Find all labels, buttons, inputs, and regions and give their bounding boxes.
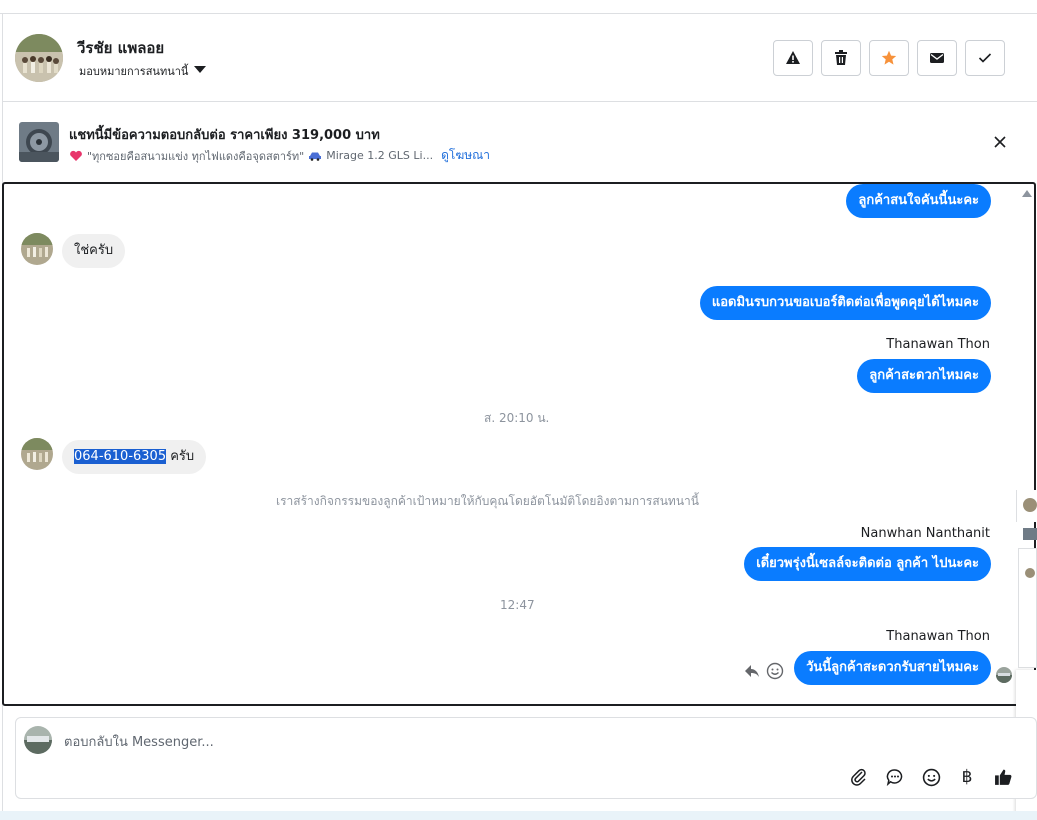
reply-button[interactable] [743,662,761,680]
timestamp: ส. 20:10 น. [484,411,550,425]
view-ad-link[interactable]: ดูโฆษณา [441,146,490,165]
delete-button[interactable] [821,40,861,76]
message-incoming: 064-610-6305 ครับ [62,440,207,474]
star-icon [881,50,897,65]
envelope-icon [930,53,944,63]
message-outgoing: ลูกค้าสนใจคันนี้นะคะ [846,184,991,218]
chat-bubble-icon [886,769,903,786]
star-button[interactable] [869,40,909,76]
avatar[interactable] [15,34,63,82]
page-footer-strip [0,811,1037,820]
avatar [21,233,53,265]
message-suffix: ครับ [166,449,195,464]
message-outgoing: แอดมินรบกวนขอเบอร์ติดต่อเพื่อพูดคุยได้ไห… [699,286,991,320]
warning-icon [786,51,800,64]
thumbs-up-icon [994,769,1011,785]
attach-button[interactable] [848,766,870,788]
ad-subtitle: "ทุกซอยคือสนามแข่ง ทุกไฟแดงคือจุดสตาร์ท"… [69,146,490,165]
ad-car-text: Mirage 1.2 GLS Li... [326,149,434,162]
sender-name: Thanawan Thon [886,337,990,352]
baht-icon: ฿ [961,767,973,787]
timestamp: 12:47 [500,598,535,612]
ad-title: แชทนี้มีข้อความตอบกลับต่อ ราคาเพียง 319,… [69,128,380,143]
payment-button[interactable]: ฿ [956,766,978,788]
assign-conversation-dropdown[interactable]: มอบหมายการสนทนานี้ [79,62,207,80]
like-button[interactable] [992,766,1014,788]
sender-name: Nanwhan Nanthanit [860,526,990,541]
assign-label: มอบหมายการสนทนานี้ [79,65,189,78]
checkmark-icon [978,53,992,63]
sender-name: Thanawan Thon [886,629,990,644]
message-input[interactable]: ตอบกลับใน Messenger... [64,731,214,752]
page-avatar [24,726,52,754]
message-outgoing: วันนี้ลูกค้าสะดวกรับสายไหมคะ [794,651,991,685]
message-outgoing: เดี๋ยวพรุ่งนี้เซลล์จะติดต่อ ลูกค้า ไปนะค… [744,547,991,581]
contact-name[interactable]: วีรชัย แพลอย [77,36,164,60]
trash-icon [835,50,847,65]
seen-avatar [996,667,1012,683]
close-icon [994,136,1006,148]
message-outgoing: ลูกค้าสะดวกไหมคะ [857,359,991,393]
saved-replies-button[interactable] [884,766,906,788]
inbox-conversation: วีรชัย แพลอย มอบหมายการสนทนานี้ แชทนี้มี… [0,0,1037,820]
message-incoming: ใช่ครับ [62,234,126,268]
caret-down-icon [194,66,207,73]
ad-quote: "ทุกซอยคือสนามแข่ง ทุกไฟแดงคือจุดสตาร์ท" [87,149,305,163]
scroll-up-arrow[interactable] [1022,190,1032,197]
heart-icon [70,150,82,161]
conversation-actions [773,40,1005,76]
composer-toolbar: ฿ [848,766,1014,788]
emoji-button[interactable] [920,766,942,788]
ad-thumbnail[interactable] [19,122,59,162]
smiley-icon [922,768,940,786]
car-icon [309,152,322,161]
reply-composer[interactable]: ตอบกลับใน Messenger... ฿ [15,717,1037,799]
system-notice: เราสร้างกิจกรรมของลูกค้าเป้าหมายให้กับคุ… [276,494,699,508]
close-banner-button[interactable] [991,133,1009,151]
conversation-header: วีรชัย แพลอย มอบหมายการสนทนานี้ [3,14,1037,102]
message-thread[interactable]: ลูกค้าสนใจคันนี้นะคะ ใช่ครับ แอดมินรบกวน… [2,182,1036,706]
done-button[interactable] [965,40,1005,76]
paperclip-icon [851,768,866,786]
ad-reply-banner: แชทนี้มีข้อความตอบกลับต่อ ราคาเพียง 319,… [3,103,1037,181]
selected-phone-number[interactable]: 064-610-6305 [74,449,167,464]
smiley-icon [766,662,784,680]
reply-icon [745,665,759,677]
mark-unread-button[interactable] [917,40,957,76]
spam-button[interactable] [773,40,813,76]
avatar [21,438,53,470]
react-button[interactable] [766,662,784,680]
